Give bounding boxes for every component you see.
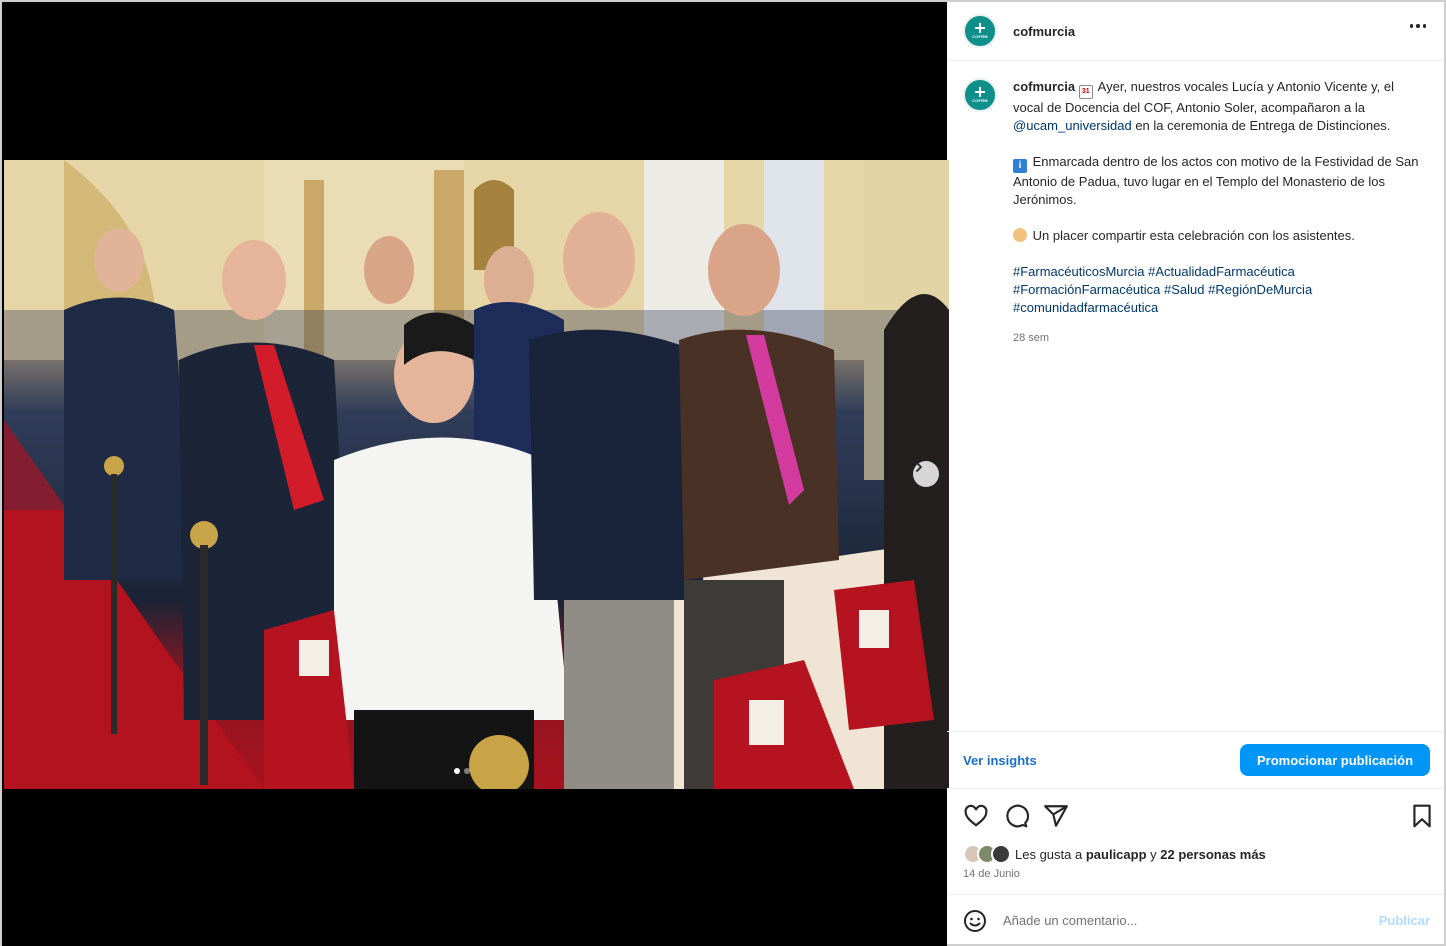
like-icon[interactable] [963, 803, 989, 829]
info-emoji-icon: i [1013, 159, 1027, 173]
cofrm-logo-icon [975, 87, 985, 97]
hashtag-link[interactable]: #FormaciónFarmacéutica [1013, 282, 1160, 297]
post-photo[interactable] [4, 160, 949, 789]
caption-author-avatar[interactable]: COFRM [963, 78, 997, 112]
hashtag-link[interactable]: #ActualidadFarmacéutica [1148, 264, 1295, 279]
likes-others[interactable]: 22 personas más [1160, 847, 1266, 862]
likes-user[interactable]: paulicapp [1086, 847, 1147, 862]
comment-input[interactable] [1003, 913, 1379, 928]
likes-prefix: Les gusta a [1015, 846, 1083, 862]
cofrm-logo-icon [975, 23, 985, 33]
post-date[interactable]: 14 de Junio [963, 868, 1020, 880]
post-media [0, 0, 949, 946]
next-slide-button[interactable] [913, 461, 939, 487]
carousel-dot-2 [464, 768, 470, 774]
caption-timestamp[interactable]: 28 sem [1013, 329, 1423, 347]
caption-text: cofmurcia 31 Ayer, nuestros vocales Lucí… [1013, 78, 1423, 347]
post-side-panel: COFRM cofmurcia COFRM cofmurcia 31 Ayer,… [947, 0, 1446, 946]
insights-bar: Ver insights Promocionar publicación [947, 731, 1444, 789]
author-username[interactable]: cofmurcia [1013, 24, 1075, 39]
hashtag-link[interactable]: #RegiónDeMurcia [1208, 282, 1312, 297]
carousel-indicator [454, 768, 470, 774]
more-options-icon[interactable] [1409, 24, 1426, 28]
comment-icon[interactable] [1003, 803, 1030, 829]
promote-post-button[interactable]: Promocionar publicación [1240, 744, 1430, 776]
hashtag-list: #FarmacéuticosMurcia #ActualidadFarmacéu… [1013, 263, 1423, 317]
carousel-dot-1 [454, 768, 460, 774]
caption-paragraph-3: Un placer compartir esta celebración con… [1032, 228, 1355, 243]
comment-bar: Publicar [947, 894, 1444, 946]
post-header: COFRM cofmurcia [947, 2, 1444, 61]
caption-section: COFRM cofmurcia 31 Ayer, nuestros vocale… [947, 62, 1444, 731]
likes-summary[interactable]: Les gusta a paulicapp y 22 personas más [963, 844, 1266, 864]
view-insights-link[interactable]: Ver insights [963, 753, 1037, 768]
photo-scene [4, 160, 949, 789]
share-icon[interactable] [1043, 803, 1069, 829]
caption-username[interactable]: cofmurcia [1013, 79, 1075, 94]
chevron-right-icon [916, 462, 922, 472]
likes-connector: y [1150, 846, 1157, 862]
hashtag-link[interactable]: #comunidadfarmacéutica [1013, 300, 1158, 315]
caption-paragraph-2: Enmarcada dentro de los actos con motivo… [1013, 154, 1419, 207]
author-avatar[interactable]: COFRM [963, 14, 997, 48]
post-actions [947, 797, 1444, 833]
hashtag-link[interactable]: #Salud [1164, 282, 1204, 297]
save-icon[interactable] [1409, 803, 1435, 829]
liker-avatars [963, 844, 1011, 864]
caption-paragraph-1-tail: en la ceremonia de Entrega de Distincion… [1135, 118, 1391, 133]
avatar [991, 844, 1011, 864]
publish-button[interactable]: Publicar [1379, 913, 1430, 928]
calendar-emoji-icon: 31 [1078, 85, 1093, 99]
hashtag-link[interactable]: #FarmacéuticosMurcia [1013, 264, 1145, 279]
mention-link[interactable]: @ucam_universidad [1013, 118, 1132, 133]
handshake-emoji-icon [1013, 228, 1027, 242]
emoji-icon[interactable] [963, 909, 987, 933]
